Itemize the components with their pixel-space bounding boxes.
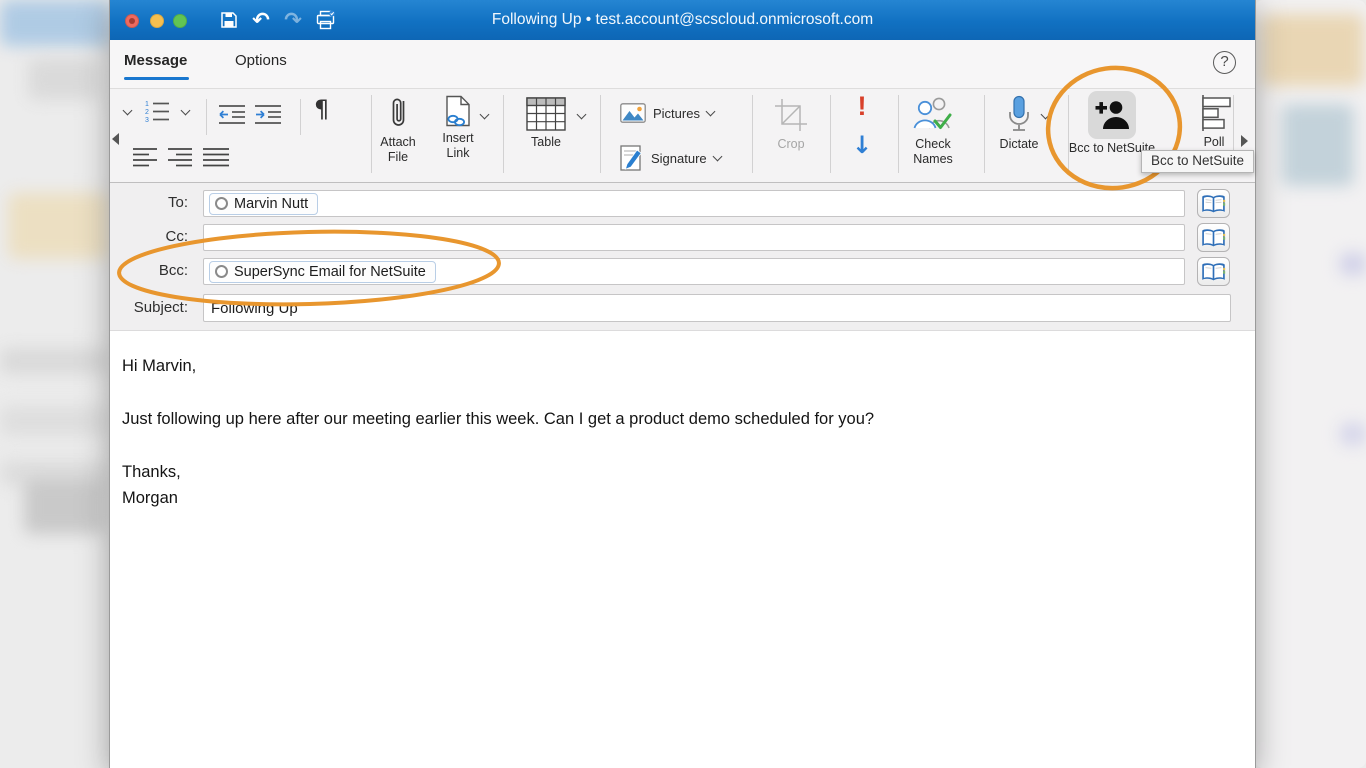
signature-icon bbox=[620, 145, 642, 171]
decrease-indent-button[interactable] bbox=[218, 103, 246, 125]
subject-label: Subject: bbox=[133, 299, 188, 316]
align-left-button[interactable] bbox=[133, 147, 157, 167]
numbered-list-button[interactable]: 1 2 3 bbox=[144, 99, 170, 123]
message-body-text[interactable]: Hi Marvin, Just following up here after … bbox=[122, 353, 1235, 511]
ribbon-scroll-left-icon[interactable] bbox=[112, 133, 119, 145]
decrease-indent-icon bbox=[219, 105, 245, 124]
bcc-label: Bcc: bbox=[158, 262, 188, 279]
poll-button[interactable]: Poll bbox=[1184, 95, 1244, 150]
justify-icon bbox=[203, 148, 229, 167]
to-address-book-button[interactable] bbox=[1197, 189, 1230, 218]
cc-address-book-button[interactable] bbox=[1197, 223, 1230, 252]
address-book-icon bbox=[1202, 262, 1226, 280]
signature-chevron-icon bbox=[712, 151, 723, 161]
bcc-input[interactable]: SuperSync Email for NetSuite bbox=[203, 258, 1185, 285]
paragraph-marks-button[interactable]: ¶ bbox=[314, 95, 329, 123]
contact-presence-icon bbox=[215, 265, 228, 278]
help-icon[interactable]: ? bbox=[1213, 51, 1236, 74]
crop-icon bbox=[775, 99, 807, 131]
message-header-fields: To: Marvin Nutt Cc: Bcc: SuperSync Email… bbox=[110, 183, 1255, 331]
outlook-compose-window: ↶ ↷ Following Up • test.account@scscloud… bbox=[110, 0, 1255, 768]
recipient-name: SuperSync Email for NetSuite bbox=[234, 263, 426, 280]
insert-link-button[interactable]: Insert Link bbox=[432, 95, 484, 161]
numbered-list-chevron-icon[interactable] bbox=[180, 105, 191, 116]
tab-options[interactable]: Options bbox=[235, 52, 287, 69]
svg-text:1: 1 bbox=[145, 101, 149, 108]
window-title: Following Up • test.account@scscloud.onm… bbox=[491, 11, 874, 28]
svg-text:2: 2 bbox=[145, 109, 149, 116]
contact-presence-icon bbox=[215, 197, 228, 210]
ribbon-tab-bar: Message Options ? bbox=[110, 40, 1255, 88]
justify-button[interactable] bbox=[203, 147, 229, 167]
align-right-button[interactable] bbox=[168, 147, 192, 167]
to-label: To: bbox=[167, 194, 188, 211]
crop-button: Crop bbox=[767, 97, 815, 152]
subject-input[interactable]: Following Up bbox=[203, 294, 1231, 322]
pictures-icon bbox=[620, 103, 646, 123]
bcc-to-netsuite-button[interactable] bbox=[1088, 91, 1136, 139]
check-names-icon bbox=[913, 97, 952, 129]
pictures-chevron-icon bbox=[705, 106, 716, 116]
desktop-background: ↶ ↷ Following Up • test.account@scscloud… bbox=[0, 0, 1366, 768]
titlebar: ↶ ↷ Following Up • test.account@scscloud… bbox=[110, 0, 1255, 40]
check-names-button[interactable]: Check Names bbox=[907, 95, 959, 167]
signature-button[interactable]: Signature bbox=[620, 145, 723, 171]
recipient-pill[interactable]: Marvin Nutt bbox=[209, 192, 319, 215]
table-icon bbox=[526, 97, 566, 131]
subject-value: Following Up bbox=[211, 299, 298, 317]
table-button[interactable]: Table bbox=[518, 97, 574, 150]
pictures-button[interactable]: Pictures bbox=[620, 103, 716, 123]
bcc-to-netsuite-tooltip: Bcc to NetSuite bbox=[1141, 150, 1255, 173]
numbered-list-icon: 1 2 3 bbox=[145, 101, 169, 123]
add-person-icon bbox=[1095, 101, 1129, 129]
recipient-pill[interactable]: SuperSync Email for NetSuite bbox=[209, 260, 436, 283]
address-book-icon bbox=[1202, 194, 1226, 212]
tab-message[interactable]: Message bbox=[124, 52, 190, 80]
attach-file-button[interactable]: Attach File bbox=[373, 95, 423, 165]
message-body[interactable]: Hi Marvin, Just following up here after … bbox=[110, 331, 1255, 768]
bcc-address-book-button[interactable] bbox=[1197, 257, 1230, 286]
address-book-icon bbox=[1202, 228, 1226, 246]
ribbon: 1 2 3 ¶ Attach File Insert Link Table Pi… bbox=[110, 88, 1255, 183]
style-chevron-icon[interactable] bbox=[122, 105, 133, 116]
svg-text:3: 3 bbox=[145, 117, 149, 123]
insert-link-icon bbox=[446, 95, 470, 127]
recipient-name: Marvin Nutt bbox=[234, 195, 309, 212]
poll-icon bbox=[1202, 95, 1231, 131]
table-chevron-icon[interactable] bbox=[576, 109, 587, 120]
high-importance-icon[interactable]: ! bbox=[854, 91, 870, 122]
dictate-button[interactable]: Dictate bbox=[989, 95, 1049, 152]
align-right-icon bbox=[168, 148, 192, 167]
align-left-icon bbox=[133, 148, 157, 167]
paperclip-icon bbox=[392, 98, 404, 126]
cc-label: Cc: bbox=[165, 228, 189, 245]
dictate-icon bbox=[1009, 95, 1029, 131]
low-importance-icon[interactable]: ↓ bbox=[852, 133, 872, 157]
to-input[interactable]: Marvin Nutt bbox=[203, 190, 1185, 217]
increase-indent-button[interactable] bbox=[254, 103, 282, 125]
cc-input[interactable] bbox=[203, 224, 1185, 251]
increase-indent-icon bbox=[255, 105, 281, 124]
